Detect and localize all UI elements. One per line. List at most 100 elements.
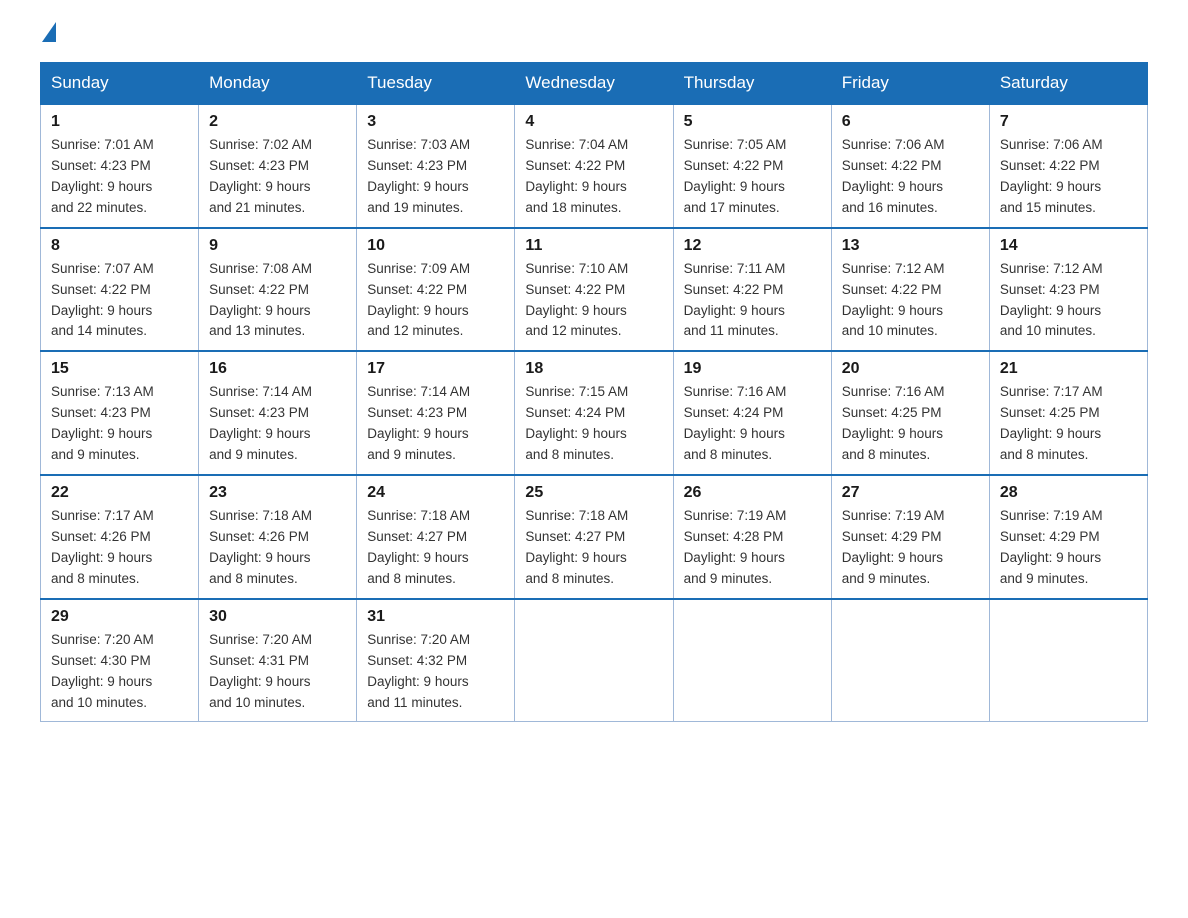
calendar-day-cell: 27Sunrise: 7:19 AMSunset: 4:29 PMDayligh… [831, 475, 989, 599]
day-info: Sunrise: 7:18 AMSunset: 4:26 PMDaylight:… [209, 506, 346, 590]
day-info: Sunrise: 7:11 AMSunset: 4:22 PMDaylight:… [684, 259, 821, 343]
logo [40, 30, 56, 42]
calendar-day-cell: 15 Sunrise: 7:13 AMSunset: 4:23 PMDayligh… [41, 351, 199, 475]
day-info: Sunrise: 7:20 AMSunset: 4:30 PMDaylight:… [51, 630, 188, 714]
day-info: Sunrise: 7:20 AMSunset: 4:32 PMDaylight:… [367, 630, 504, 714]
calendar-day-cell: 13 Sunrise: 7:12 AMSunset: 4:22 PMDayligh… [831, 228, 989, 352]
day-info: Sunrise: 7:17 AMSunset: 4:26 PMDaylight:… [51, 506, 188, 590]
day-number: 29 [51, 608, 188, 626]
day-number: 25 [525, 484, 662, 502]
calendar-day-cell: 18 Sunrise: 7:15 AMSunset: 4:24 PMDayligh… [515, 351, 673, 475]
calendar-week-row: 1 Sunrise: 7:01 AMSunset: 4:23 PMDaylight… [41, 104, 1148, 228]
day-info: Sunrise: 7:20 AMSunset: 4:31 PMDaylight:… [209, 630, 346, 714]
day-number: 1 [51, 113, 188, 131]
weekday-header-thursday: Thursday [673, 63, 831, 105]
day-number: 13 [842, 237, 979, 255]
day-number: 20 [842, 360, 979, 378]
calendar-day-cell [515, 599, 673, 722]
calendar-day-cell [989, 599, 1147, 722]
day-info: Sunrise: 7:15 AMSunset: 4:24 PMDaylight:… [525, 382, 662, 466]
calendar-day-cell: 26 Sunrise: 7:19 AMSunset: 4:28 PMDayligh… [673, 475, 831, 599]
day-number: 8 [51, 237, 188, 255]
day-number: 30 [209, 608, 346, 626]
calendar-day-cell: 20Sunrise: 7:16 AMSunset: 4:25 PMDayligh… [831, 351, 989, 475]
calendar-table: SundayMondayTuesdayWednesdayThursdayFrid… [40, 62, 1148, 722]
day-info: Sunrise: 7:09 AMSunset: 4:22 PMDaylight:… [367, 259, 504, 343]
calendar-day-cell: 4 Sunrise: 7:04 AMSunset: 4:22 PMDaylight… [515, 104, 673, 228]
day-number: 3 [367, 113, 504, 131]
day-info: Sunrise: 7:19 AMSunset: 4:29 PMDaylight:… [1000, 506, 1137, 590]
calendar-day-cell: 3 Sunrise: 7:03 AMSunset: 4:23 PMDaylight… [357, 104, 515, 228]
calendar-day-cell: 19 Sunrise: 7:16 AMSunset: 4:24 PMDayligh… [673, 351, 831, 475]
day-number: 16 [209, 360, 346, 378]
day-number: 11 [525, 237, 662, 255]
day-number: 4 [525, 113, 662, 131]
weekday-header-monday: Monday [199, 63, 357, 105]
day-number: 14 [1000, 237, 1137, 255]
day-info: Sunrise: 7:10 AMSunset: 4:22 PMDaylight:… [525, 259, 662, 343]
weekday-header-tuesday: Tuesday [357, 63, 515, 105]
day-number: 18 [525, 360, 662, 378]
calendar-day-cell: 16 Sunrise: 7:14 AMSunset: 4:23 PMDayligh… [199, 351, 357, 475]
calendar-day-cell: 12 Sunrise: 7:11 AMSunset: 4:22 PMDayligh… [673, 228, 831, 352]
day-number: 12 [684, 237, 821, 255]
calendar-day-cell: 2 Sunrise: 7:02 AMSunset: 4:23 PMDaylight… [199, 104, 357, 228]
calendar-day-cell: 17 Sunrise: 7:14 AMSunset: 4:23 PMDayligh… [357, 351, 515, 475]
calendar-day-cell: 8 Sunrise: 7:07 AMSunset: 4:22 PMDaylight… [41, 228, 199, 352]
calendar-day-cell [673, 599, 831, 722]
day-number: 26 [684, 484, 821, 502]
calendar-day-cell: 6Sunrise: 7:06 AMSunset: 4:22 PMDaylight… [831, 104, 989, 228]
calendar-day-cell: 23 Sunrise: 7:18 AMSunset: 4:26 PMDayligh… [199, 475, 357, 599]
calendar-day-cell: 22Sunrise: 7:17 AMSunset: 4:26 PMDayligh… [41, 475, 199, 599]
day-info: Sunrise: 7:04 AMSunset: 4:22 PMDaylight:… [525, 135, 662, 219]
day-info: Sunrise: 7:14 AMSunset: 4:23 PMDaylight:… [209, 382, 346, 466]
day-number: 6 [842, 113, 979, 131]
calendar-day-cell: 31 Sunrise: 7:20 AMSunset: 4:32 PMDayligh… [357, 599, 515, 722]
calendar-day-cell: 7Sunrise: 7:06 AMSunset: 4:22 PMDaylight… [989, 104, 1147, 228]
day-number: 31 [367, 608, 504, 626]
calendar-day-cell: 11 Sunrise: 7:10 AMSunset: 4:22 PMDayligh… [515, 228, 673, 352]
day-info: Sunrise: 7:16 AMSunset: 4:24 PMDaylight:… [684, 382, 821, 466]
day-number: 2 [209, 113, 346, 131]
calendar-day-cell: 28 Sunrise: 7:19 AMSunset: 4:29 PMDayligh… [989, 475, 1147, 599]
calendar-day-cell: 30 Sunrise: 7:20 AMSunset: 4:31 PMDayligh… [199, 599, 357, 722]
calendar-day-cell [831, 599, 989, 722]
day-info: Sunrise: 7:07 AMSunset: 4:22 PMDaylight:… [51, 259, 188, 343]
day-number: 24 [367, 484, 504, 502]
day-info: Sunrise: 7:14 AMSunset: 4:23 PMDaylight:… [367, 382, 504, 466]
logo-triangle-icon [42, 22, 56, 42]
day-info: Sunrise: 7:18 AMSunset: 4:27 PMDaylight:… [367, 506, 504, 590]
day-info: Sunrise: 7:02 AMSunset: 4:23 PMDaylight:… [209, 135, 346, 219]
calendar-day-cell: 21Sunrise: 7:17 AMSunset: 4:25 PMDayligh… [989, 351, 1147, 475]
day-info: Sunrise: 7:12 AMSunset: 4:22 PMDaylight:… [842, 259, 979, 343]
day-number: 23 [209, 484, 346, 502]
weekday-header-sunday: Sunday [41, 63, 199, 105]
calendar-day-cell: 29 Sunrise: 7:20 AMSunset: 4:30 PMDayligh… [41, 599, 199, 722]
day-number: 17 [367, 360, 504, 378]
day-info: Sunrise: 7:06 AMSunset: 4:22 PMDaylight:… [1000, 135, 1137, 219]
weekday-header-wednesday: Wednesday [515, 63, 673, 105]
page-header [40, 30, 1148, 42]
calendar-day-cell: 14 Sunrise: 7:12 AMSunset: 4:23 PMDayligh… [989, 228, 1147, 352]
weekday-header-row: SundayMondayTuesdayWednesdayThursdayFrid… [41, 63, 1148, 105]
calendar-day-cell: 24 Sunrise: 7:18 AMSunset: 4:27 PMDayligh… [357, 475, 515, 599]
day-number: 28 [1000, 484, 1137, 502]
day-info: Sunrise: 7:13 AMSunset: 4:23 PMDaylight:… [51, 382, 188, 466]
day-number: 10 [367, 237, 504, 255]
day-info: Sunrise: 7:05 AMSunset: 4:22 PMDaylight:… [684, 135, 821, 219]
day-info: Sunrise: 7:17 AMSunset: 4:25 PMDaylight:… [1000, 382, 1137, 466]
day-info: Sunrise: 7:03 AMSunset: 4:23 PMDaylight:… [367, 135, 504, 219]
day-number: 19 [684, 360, 821, 378]
day-info: Sunrise: 7:12 AMSunset: 4:23 PMDaylight:… [1000, 259, 1137, 343]
day-info: Sunrise: 7:19 AMSunset: 4:28 PMDaylight:… [684, 506, 821, 590]
day-info: Sunrise: 7:18 AMSunset: 4:27 PMDaylight:… [525, 506, 662, 590]
calendar-day-cell: 9Sunrise: 7:08 AMSunset: 4:22 PMDaylight… [199, 228, 357, 352]
calendar-week-row: 29 Sunrise: 7:20 AMSunset: 4:30 PMDayligh… [41, 599, 1148, 722]
day-number: 5 [684, 113, 821, 131]
day-info: Sunrise: 7:01 AMSunset: 4:23 PMDaylight:… [51, 135, 188, 219]
weekday-header-saturday: Saturday [989, 63, 1147, 105]
weekday-header-friday: Friday [831, 63, 989, 105]
day-number: 15 [51, 360, 188, 378]
calendar-week-row: 8 Sunrise: 7:07 AMSunset: 4:22 PMDaylight… [41, 228, 1148, 352]
calendar-day-cell: 5 Sunrise: 7:05 AMSunset: 4:22 PMDaylight… [673, 104, 831, 228]
